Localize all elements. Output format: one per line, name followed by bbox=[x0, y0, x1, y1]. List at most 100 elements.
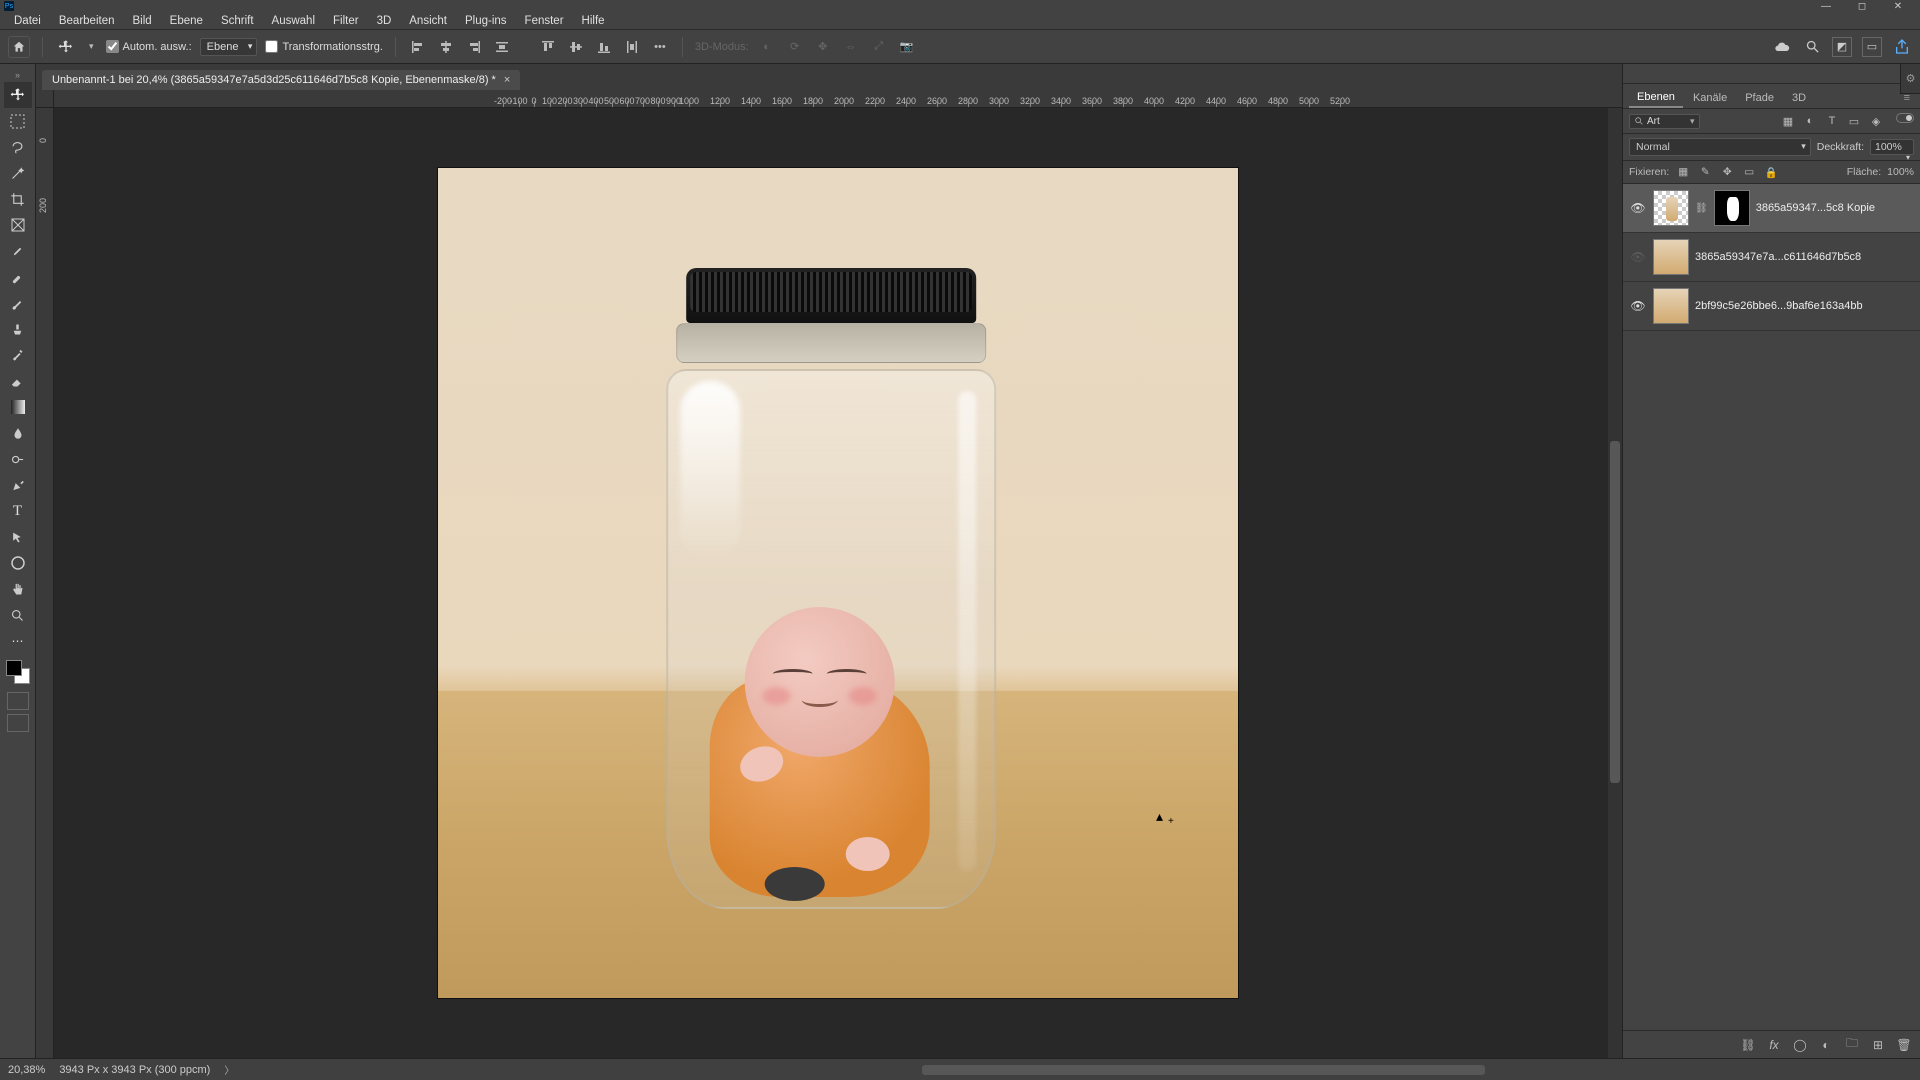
ruler-origin[interactable] bbox=[36, 90, 54, 108]
align-left-icon[interactable] bbox=[408, 37, 428, 57]
close-tab-icon[interactable]: × bbox=[504, 74, 510, 86]
lock-artboard-icon[interactable]: ▭ bbox=[1741, 164, 1757, 180]
lock-transparency-icon[interactable]: ▦ bbox=[1675, 164, 1691, 180]
canvas[interactable] bbox=[54, 108, 1622, 1058]
shape-tool[interactable] bbox=[4, 550, 32, 576]
layer-thumbnail[interactable] bbox=[1653, 190, 1689, 226]
layer-name[interactable]: 2bf99c5e26bbe6...9baf6e163a4bb bbox=[1695, 300, 1914, 312]
layer-row[interactable]: 👁 3865a59347e7a...c611646d7b5c8 bbox=[1623, 233, 1920, 282]
maximize-button[interactable]: ◻ bbox=[1844, 0, 1880, 12]
menu-hilfe[interactable]: Hilfe bbox=[574, 13, 613, 29]
new-group-icon[interactable]: 🗀 bbox=[1844, 1037, 1860, 1053]
mask-link-icon[interactable]: ⛓ bbox=[1695, 203, 1708, 214]
brush-tool[interactable] bbox=[4, 290, 32, 316]
horizontal-scrollbar[interactable] bbox=[260, 1059, 1916, 1080]
layer-name[interactable]: 3865a59347e7a...c611646d7b5c8 bbox=[1695, 251, 1914, 263]
tab-ebenen[interactable]: Ebenen bbox=[1629, 88, 1683, 108]
status-menu-chevron[interactable]: 〉 bbox=[224, 1062, 234, 1077]
blend-mode-dropdown[interactable]: Normal bbox=[1629, 138, 1811, 156]
frame-tool[interactable] bbox=[4, 212, 32, 238]
eraser-tool[interactable] bbox=[4, 368, 32, 394]
eyedropper-tool[interactable] bbox=[4, 238, 32, 264]
history-brush-tool[interactable] bbox=[4, 342, 32, 368]
workspace-switcher[interactable]: ◩ bbox=[1832, 37, 1852, 57]
align-center-h-icon[interactable] bbox=[436, 37, 456, 57]
layer-thumbnail[interactable] bbox=[1653, 288, 1689, 324]
share-button[interactable] bbox=[1892, 37, 1912, 57]
foreground-color[interactable] bbox=[6, 660, 22, 676]
lock-all-icon[interactable]: 🔒 bbox=[1763, 164, 1779, 180]
layer-row[interactable]: 👁 ⛓ 3865a59347...5c8 Kopie bbox=[1623, 184, 1920, 233]
lasso-tool[interactable] bbox=[4, 134, 32, 160]
search-icon[interactable] bbox=[1802, 37, 1822, 57]
blur-tool[interactable] bbox=[4, 420, 32, 446]
menu-ansicht[interactable]: Ansicht bbox=[401, 13, 455, 29]
layer-visibility-icon[interactable]: 👁 bbox=[1629, 201, 1647, 215]
layer-row[interactable]: 👁 2bf99c5e26bbe6...9baf6e163a4bb bbox=[1623, 282, 1920, 331]
layer-mask-thumbnail[interactable] bbox=[1714, 190, 1750, 226]
menu-fenster[interactable]: Fenster bbox=[517, 13, 572, 29]
document-dimensions[interactable]: 3943 Px x 3943 Px (300 ppcm) bbox=[59, 1064, 210, 1076]
layer-fx-icon[interactable]: fx bbox=[1766, 1037, 1782, 1053]
filter-toggle[interactable] bbox=[1896, 113, 1914, 123]
zoom-tool[interactable] bbox=[4, 602, 32, 628]
healing-brush-tool[interactable] bbox=[4, 264, 32, 290]
gradient-tool[interactable] bbox=[4, 394, 32, 420]
hand-tool[interactable] bbox=[4, 576, 32, 602]
layer-filter-type[interactable]: ▾ bbox=[1629, 114, 1700, 129]
menu-schrift[interactable]: Schrift bbox=[213, 13, 262, 29]
layer-visibility-icon[interactable]: 👁 bbox=[1629, 250, 1647, 264]
link-layers-icon[interactable]: ⛓ bbox=[1740, 1037, 1756, 1053]
collapsed-panel-strip[interactable]: « bbox=[1623, 64, 1920, 84]
align-bottom-icon[interactable] bbox=[594, 37, 614, 57]
add-mask-icon[interactable]: ◯ bbox=[1792, 1037, 1808, 1053]
tab-pfade[interactable]: Pfade bbox=[1737, 89, 1782, 107]
pen-tool[interactable] bbox=[4, 472, 32, 498]
tool-preset-dropdown[interactable]: ▾ bbox=[85, 41, 98, 52]
align-right-icon[interactable] bbox=[464, 37, 484, 57]
zoom-level[interactable]: 20,38% bbox=[8, 1064, 45, 1076]
magic-wand-tool[interactable] bbox=[4, 160, 32, 186]
filter-adjustment-icon[interactable]: ◐ bbox=[1802, 113, 1818, 129]
lock-pixels-icon[interactable]: ✎ bbox=[1697, 164, 1713, 180]
layer-thumbnail[interactable] bbox=[1653, 239, 1689, 275]
new-layer-icon[interactable]: ⊞ bbox=[1870, 1037, 1886, 1053]
more-align-icon[interactable]: ••• bbox=[650, 37, 670, 57]
screen-mode[interactable] bbox=[7, 714, 29, 732]
adjustment-layer-icon[interactable]: ◐ bbox=[1818, 1037, 1834, 1053]
close-button[interactable]: ✕ bbox=[1880, 0, 1916, 12]
menu-bild[interactable]: Bild bbox=[124, 13, 159, 29]
minimize-button[interactable]: — bbox=[1808, 0, 1844, 12]
color-swatches[interactable] bbox=[6, 660, 30, 684]
tab-kanaele[interactable]: Kanäle bbox=[1685, 89, 1735, 107]
fill-value[interactable]: 100% bbox=[1887, 166, 1914, 178]
path-selection-tool[interactable] bbox=[4, 524, 32, 550]
menu-filter[interactable]: Filter bbox=[325, 13, 367, 29]
vertical-scrollbar[interactable] bbox=[1608, 108, 1622, 1058]
filter-smartobject-icon[interactable]: ◈ bbox=[1868, 113, 1884, 129]
menu-plugins[interactable]: Plug-ins bbox=[457, 13, 515, 29]
lock-position-icon[interactable]: ✥ bbox=[1719, 164, 1735, 180]
align-center-v-icon[interactable] bbox=[566, 37, 586, 57]
type-tool[interactable]: T bbox=[4, 498, 32, 524]
dodge-tool[interactable] bbox=[4, 446, 32, 472]
cloud-docs-icon[interactable] bbox=[1772, 37, 1792, 57]
toolbox-collapse[interactable]: » bbox=[4, 68, 32, 82]
quick-mask-mode[interactable] bbox=[7, 692, 29, 710]
document-tab[interactable]: Unbenannt-1 bei 20,4% (3865a59347e7a5d3d… bbox=[42, 70, 520, 90]
distribute-h-icon[interactable] bbox=[492, 37, 512, 57]
menu-auswahl[interactable]: Auswahl bbox=[264, 13, 323, 29]
collapsed-panel-dock[interactable]: ⚙ bbox=[1900, 64, 1920, 94]
home-button[interactable] bbox=[8, 36, 30, 58]
layer-filter-input[interactable] bbox=[1647, 116, 1687, 127]
filter-type-icon[interactable]: T bbox=[1824, 113, 1840, 129]
menu-ebene[interactable]: Ebene bbox=[162, 13, 211, 29]
layer-name[interactable]: 3865a59347...5c8 Kopie bbox=[1756, 202, 1914, 214]
marquee-tool[interactable] bbox=[4, 108, 32, 134]
transform-controls-checkbox[interactable]: Transformationsstrg. bbox=[265, 40, 382, 53]
layer-visibility-icon[interactable]: 👁 bbox=[1629, 299, 1647, 313]
auto-select-checkbox[interactable]: Autom. ausw.: bbox=[106, 40, 192, 53]
auto-select-target-dropdown[interactable]: Ebene bbox=[200, 38, 258, 56]
menu-3d[interactable]: 3D bbox=[369, 13, 400, 29]
tab-3d[interactable]: 3D bbox=[1784, 89, 1814, 107]
